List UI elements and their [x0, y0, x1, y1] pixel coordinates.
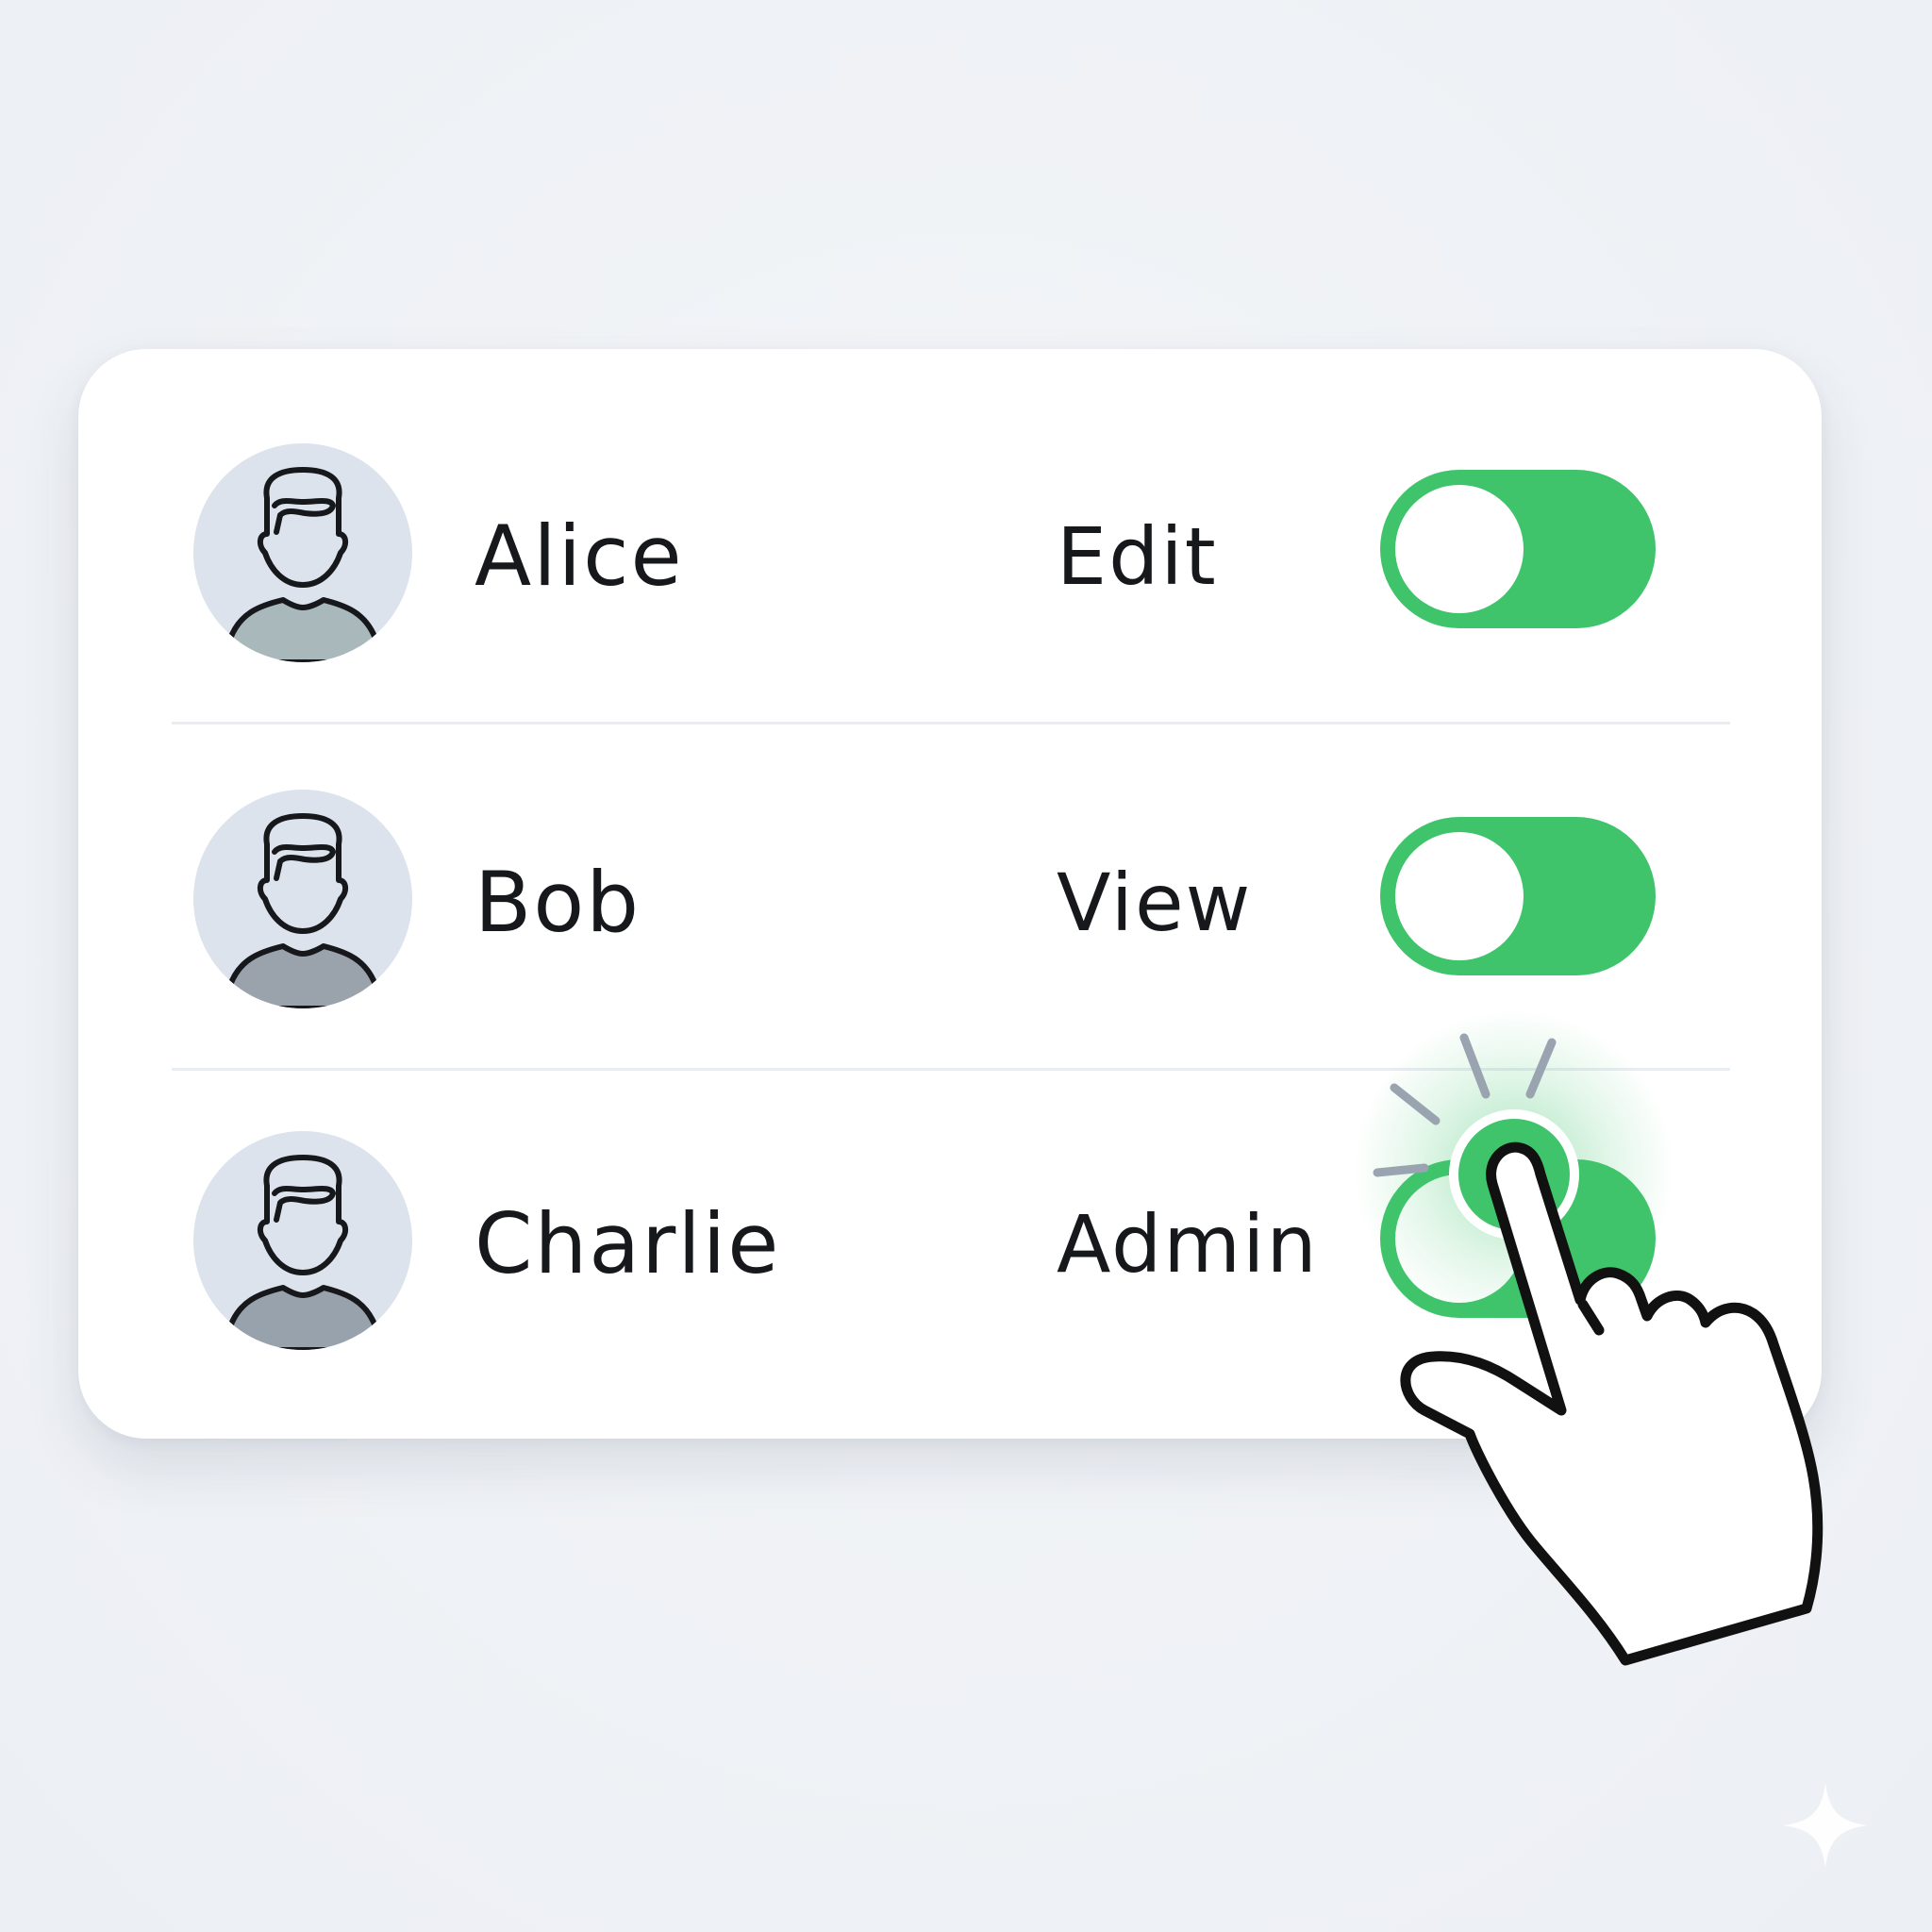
toggle-knob — [1395, 832, 1524, 960]
toggle-knob — [1395, 485, 1524, 613]
user-avatar-icon — [193, 790, 412, 1008]
permission-toggle[interactable] — [1380, 1159, 1656, 1318]
stage: Alice Edit Bob View Charlie Admin — [0, 0, 1932, 1932]
user-avatar-icon — [193, 443, 412, 662]
user-name: Alice — [475, 508, 684, 605]
user-role[interactable]: Admin — [1057, 1205, 1319, 1284]
user-name: Bob — [475, 854, 641, 951]
user-name: Charlie — [475, 1195, 781, 1292]
user-row-alice: Alice Edit — [78, 349, 1822, 695]
user-permissions-card: Alice Edit Bob View Charlie Admin — [78, 349, 1822, 1439]
permission-toggle[interactable] — [1380, 817, 1656, 975]
user-avatar-icon — [193, 1131, 412, 1350]
user-row-charlie: Charlie Admin — [78, 1041, 1822, 1387]
user-row-bob: Bob View — [78, 695, 1822, 1041]
permission-toggle[interactable] — [1380, 470, 1656, 628]
sparkle-icon — [1783, 1783, 1868, 1868]
user-role[interactable]: View — [1057, 863, 1252, 942]
toggle-knob — [1395, 1174, 1524, 1303]
user-role[interactable]: Edit — [1057, 517, 1218, 596]
